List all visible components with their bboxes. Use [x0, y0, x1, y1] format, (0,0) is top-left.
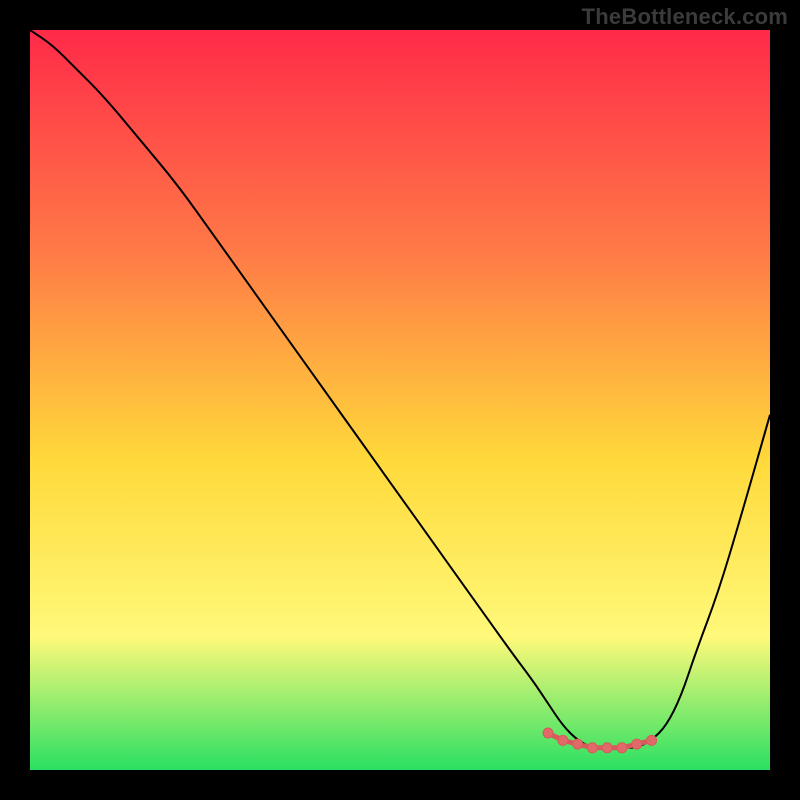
- bottleneck-chart: [30, 30, 770, 770]
- optimal-marker: [558, 735, 568, 745]
- optimal-marker: [573, 739, 583, 749]
- optimal-marker: [543, 728, 553, 738]
- optimal-marker: [602, 743, 612, 753]
- optimal-marker: [647, 735, 657, 745]
- optimal-marker: [587, 743, 597, 753]
- chart-frame: TheBottleneck.com: [0, 0, 800, 800]
- optimal-marker: [617, 743, 627, 753]
- plot-area: [30, 30, 770, 770]
- optimal-marker: [632, 739, 642, 749]
- watermark-text: TheBottleneck.com: [582, 4, 788, 30]
